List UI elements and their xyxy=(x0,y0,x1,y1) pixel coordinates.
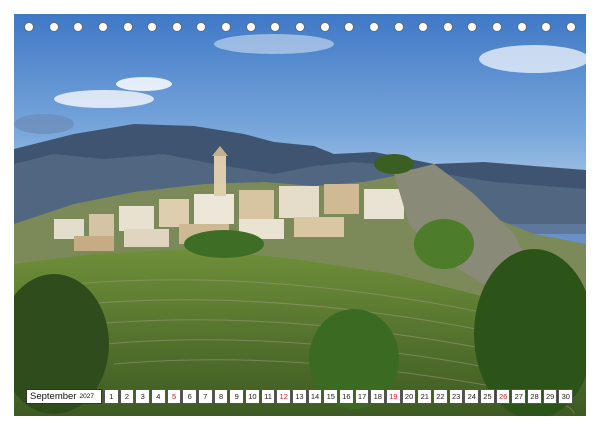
binding-ring xyxy=(171,22,182,32)
binding-ring xyxy=(418,22,429,32)
landscape-photo xyxy=(14,14,586,416)
hilltop-village-image xyxy=(14,14,586,416)
month-name: September xyxy=(30,391,77,402)
binding-ring xyxy=(442,22,453,32)
binding-ring xyxy=(319,22,330,32)
binding-ring xyxy=(566,22,576,32)
day-cell: 25 xyxy=(480,389,495,404)
day-cell: 16 xyxy=(339,389,354,404)
day-cell: 18 xyxy=(370,389,386,404)
binding-rings xyxy=(14,22,586,40)
binding-ring xyxy=(221,22,232,32)
binding-ring xyxy=(122,22,133,32)
binding-ring xyxy=(467,22,478,32)
day-row: 1 2 3 4 5 6 7 8 9 10 11 12 13 14 15 16 17 18 19 20 21 22 23 24 2… xyxy=(104,389,574,404)
month-label-box: September 2027 xyxy=(26,389,102,404)
day-cell: 26 xyxy=(495,389,511,404)
month-year: 2027 xyxy=(79,393,94,400)
binding-ring xyxy=(492,22,503,32)
binding-ring xyxy=(344,22,355,32)
binding-ring xyxy=(393,22,404,32)
day-cell: 15 xyxy=(323,389,339,404)
day-cell: 29 xyxy=(542,389,558,404)
binding-ring xyxy=(24,22,34,32)
binding-ring xyxy=(295,22,305,32)
binding-ring xyxy=(48,22,59,32)
day-cell: 23 xyxy=(448,389,464,404)
binding-ring xyxy=(196,22,207,32)
binding-ring xyxy=(147,22,158,32)
day-cell: 3 xyxy=(135,389,151,404)
day-cell: 30 xyxy=(558,389,574,404)
day-cell: 7 xyxy=(198,389,213,404)
day-cell: 27 xyxy=(511,389,527,404)
binding-ring xyxy=(270,22,281,32)
day-cell: 1 xyxy=(104,389,119,404)
day-cell: 20 xyxy=(401,389,417,404)
day-cell: 11 xyxy=(260,389,276,404)
day-cell: 14 xyxy=(307,389,323,404)
binding-ring xyxy=(368,22,379,32)
day-cell: 22 xyxy=(433,389,448,404)
day-cell: 5 xyxy=(166,389,182,404)
day-cell: 8 xyxy=(213,389,229,404)
day-cell: 10 xyxy=(245,389,260,404)
binding-ring xyxy=(73,22,84,32)
calendar-strip: September 2027 1 2 3 4 5 6 7 8 9 10 11 12 13 14 15 16 17… xyxy=(26,389,574,404)
binding-ring xyxy=(516,22,527,32)
day-cell: 28 xyxy=(527,389,542,404)
day-cell: 21 xyxy=(417,389,433,404)
binding-ring xyxy=(541,22,552,32)
day-cell: 9 xyxy=(229,389,245,404)
day-cell: 13 xyxy=(292,389,307,404)
binding-ring xyxy=(245,22,256,32)
day-cell: 2 xyxy=(119,389,135,404)
day-cell: 12 xyxy=(276,389,292,404)
day-cell: 24 xyxy=(464,389,480,404)
day-cell: 4 xyxy=(151,389,166,404)
day-cell: 19 xyxy=(386,389,401,404)
calendar-page: September 2027 1 2 3 4 5 6 7 8 9 10 11 12 13 14 15 16 17… xyxy=(0,0,600,431)
day-cell: 6 xyxy=(182,389,198,404)
binding-ring xyxy=(97,22,108,32)
day-cell: 17 xyxy=(354,389,370,404)
